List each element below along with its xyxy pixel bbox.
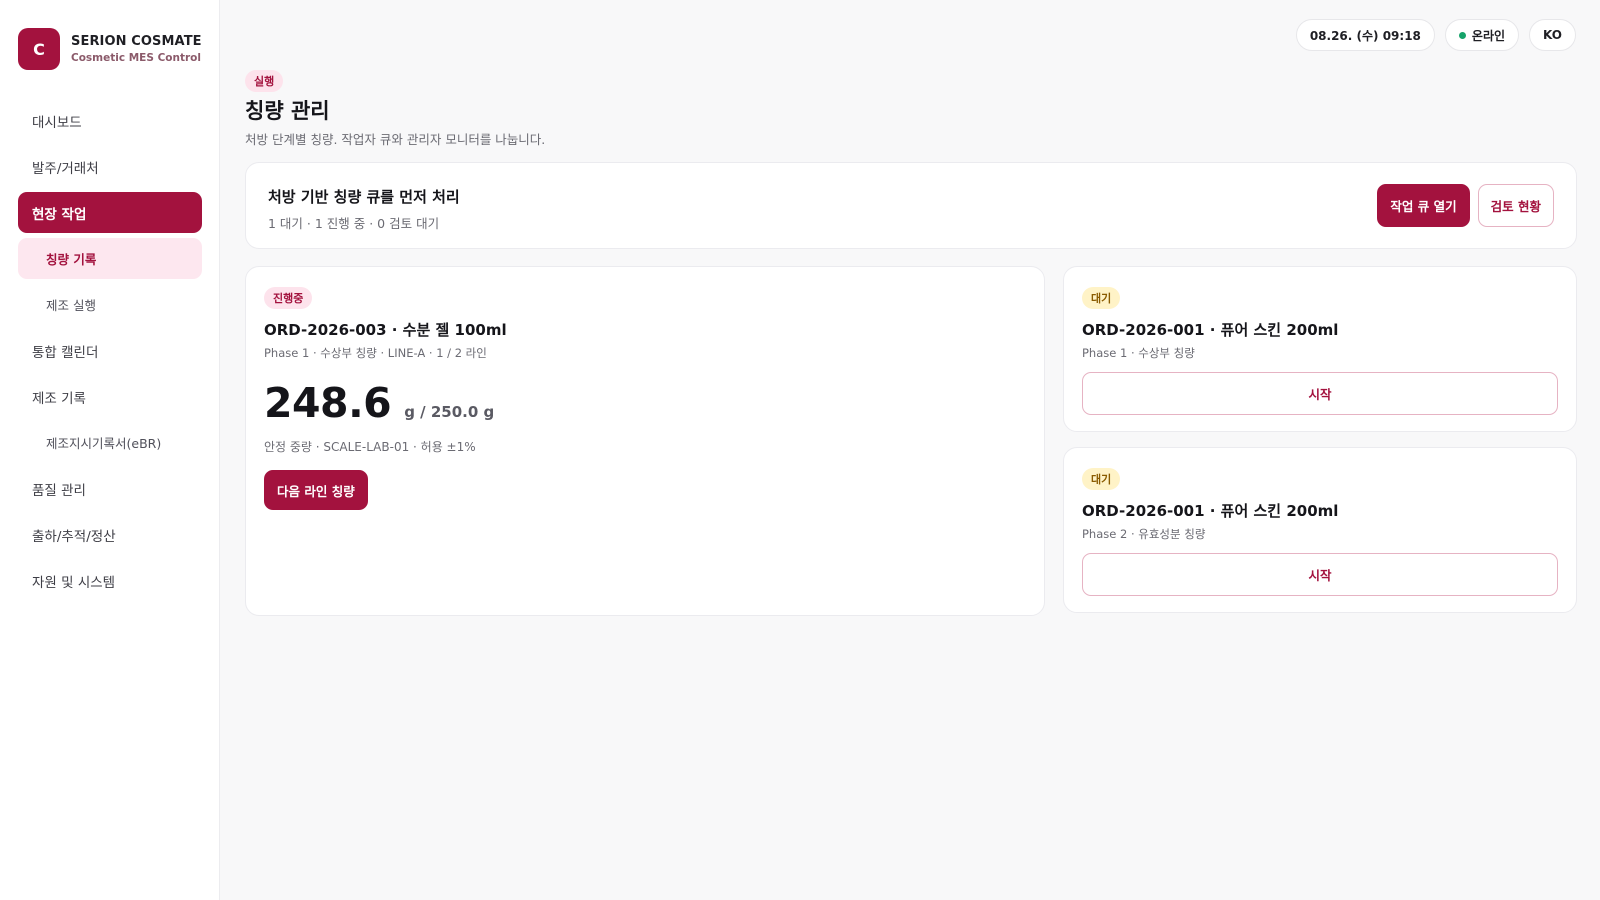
page-subtitle: 처방 단계별 칭량. 작업자 큐와 관리자 모니터를 나눕니다. — [245, 132, 546, 147]
sidebar-item-manufacturing-run[interactable]: 제조 실행 — [18, 284, 202, 325]
weight-value: 248.6 — [264, 379, 392, 427]
sidebar-item-ebr[interactable]: 제조지시기록서(eBR) — [18, 422, 202, 463]
status-badge: 대기 — [1082, 287, 1121, 309]
status-pill: 온라인 — [1444, 19, 1520, 51]
summary-title: 처방 기반 칭량 큐를 먼저 처리 — [268, 188, 460, 206]
review-status-button[interactable]: 검토 현황 — [1477, 184, 1554, 227]
status-badge: 대기 — [1082, 468, 1121, 490]
weight-target: g / 250.0 g — [404, 403, 495, 421]
brand[interactable]: C SERION COSMATE Cosmetic MES Control — [18, 28, 202, 70]
status-label: 온라인 — [1471, 28, 1506, 43]
queue-card: 대기 ORD-2026-001 · 퓨어 스킨 200ml Phase 1 · … — [1063, 266, 1577, 432]
queue-title: ORD-2026-001 · 퓨어 스킨 200ml — [1082, 321, 1339, 339]
sidebar: C SERION COSMATE Cosmetic MES Control 대시… — [0, 0, 220, 900]
summary-stats: 1 대기 · 1 진행 중 · 0 검토 대기 — [268, 216, 440, 231]
queue-meta: Phase 1 · 수상부 칭량 — [1082, 346, 1195, 360]
sidebar-item-manufacturing-record[interactable]: 제조 기록 — [18, 376, 202, 417]
language-button[interactable]: KO — [1529, 19, 1576, 51]
weight-note: 안정 중량 · SCALE-LAB-01 · 허용 ±1% — [264, 440, 476, 454]
active-task-card: 진행중 ORD-2026-003 · 수분 젤 100ml Phase 1 · … — [245, 266, 1045, 616]
sidebar-item-weighing-record[interactable]: 칭량 기록 — [18, 238, 202, 279]
page-title: 칭량 관리 — [245, 99, 330, 123]
start-button[interactable]: 시작 — [1082, 372, 1558, 415]
task-meta: Phase 1 · 수상부 칭량 · LINE-A · 1 / 2 라인 — [264, 346, 487, 360]
sidebar-item-resources[interactable]: 자원 및 시스템 — [18, 560, 202, 601]
sidebar-item-field-work[interactable]: 현장 작업 — [18, 192, 202, 233]
header-badge: 실행 — [245, 70, 284, 92]
task-title: ORD-2026-003 · 수분 젤 100ml — [264, 321, 507, 339]
online-dot-icon — [1458, 31, 1466, 39]
queue-meta: Phase 2 · 유효성분 칭량 — [1082, 527, 1206, 541]
queue-title: ORD-2026-001 · 퓨어 스킨 200ml — [1082, 502, 1339, 520]
brand-logo: C — [18, 28, 60, 70]
sidebar-item-quality[interactable]: 품질 관리 — [18, 468, 202, 509]
brand-subtitle: Cosmetic MES Control — [71, 52, 201, 64]
status-badge: 진행중 — [264, 287, 313, 309]
open-queue-button[interactable]: 작업 큐 열기 — [1377, 184, 1470, 227]
queue-card: 대기 ORD-2026-001 · 퓨어 스킨 200ml Phase 2 · … — [1063, 447, 1577, 613]
sidebar-item-calendar[interactable]: 통합 캘린더 — [18, 330, 202, 371]
next-line-weigh-button[interactable]: 다음 라인 칭량 — [264, 470, 368, 510]
topbar: 08.26. (수) 09:18 온라인 KO — [1295, 19, 1576, 51]
summary-card: 처방 기반 칭량 큐를 먼저 처리 1 대기 · 1 진행 중 · 0 검토 대… — [245, 162, 1577, 249]
sidebar-item-orders[interactable]: 발주/거래처 — [18, 146, 202, 187]
sidebar-item-dashboard[interactable]: 대시보드 — [18, 100, 202, 141]
sidebar-item-shipping[interactable]: 출하/추적/정산 — [18, 514, 202, 555]
datetime-pill: 08.26. (수) 09:18 — [1295, 19, 1435, 51]
brand-name: SERION COSMATE — [71, 34, 202, 49]
start-button[interactable]: 시작 — [1082, 553, 1558, 596]
sidebar-nav: 대시보드 발주/거래처 현장 작업 칭량 기록 제조 실행 통합 캘린더 제조 … — [18, 100, 202, 606]
